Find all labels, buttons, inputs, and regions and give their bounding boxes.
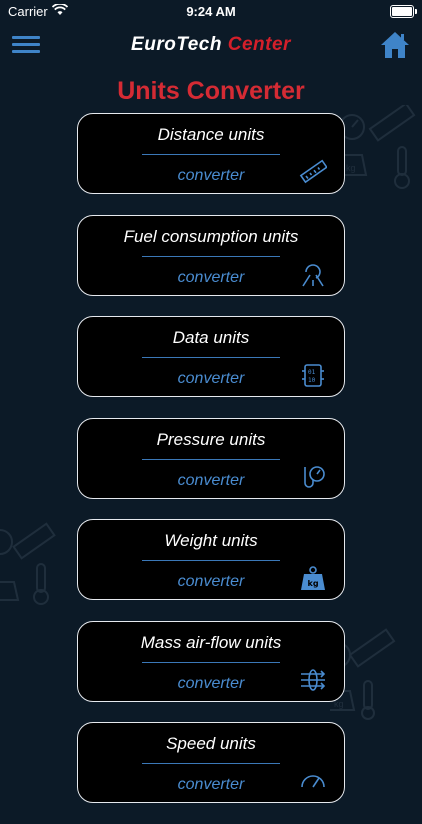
weight-kg-icon: kg	[299, 564, 327, 592]
page-title: Units Converter	[117, 77, 305, 105]
card-divider	[142, 560, 280, 561]
app-logo: EuroTech Center	[131, 34, 291, 55]
background-decoration-icon	[0, 522, 56, 605]
fuel-road-icon	[299, 260, 327, 288]
home-icon[interactable]	[380, 30, 410, 60]
distance-converter-button[interactable]: Distance units converter	[77, 113, 345, 194]
pressure-gauge-icon	[299, 463, 327, 491]
svg-text:kg: kg	[308, 579, 319, 588]
ruler-icon	[299, 158, 328, 186]
speed-converter-button[interactable]: Speed units converter	[77, 722, 345, 803]
data-chip-icon: 01 10	[299, 361, 327, 389]
battery-icon	[390, 5, 417, 18]
svg-text:10: 10	[308, 377, 316, 384]
card-divider	[142, 458, 280, 460]
status-bar: Carrier 9:24 AM	[0, 0, 422, 22]
svg-text:kg: kg	[346, 163, 356, 173]
weight-converter-button[interactable]: Weight units converter kg	[77, 519, 345, 600]
card-divider	[142, 357, 280, 358]
mass-air-flow-converter-button[interactable]: Mass air-flow units converter	[77, 620, 345, 702]
card-title: Data units	[172, 328, 250, 347]
converter-list: Distance units converter Fuel consumptio…	[77, 113, 345, 824]
fuel-consumption-converter-button[interactable]: Fuel consumption units converter	[77, 214, 345, 296]
card-divider	[142, 763, 280, 764]
pressure-converter-button[interactable]: Pressure units converter	[77, 417, 345, 499]
data-converter-button[interactable]: Data units converter 01 10	[77, 316, 345, 397]
card-title: Distance units	[157, 125, 265, 144]
air-flow-icon	[299, 666, 327, 694]
card-divider	[142, 255, 280, 257]
speedometer-icon	[299, 767, 327, 795]
card-title: Speed units	[166, 734, 256, 753]
card-title: Pressure units	[156, 429, 266, 449]
card-title: Fuel consumption units	[123, 226, 299, 246]
card-title: Mass air-flow units	[140, 632, 282, 652]
header: EuroTech Center	[0, 28, 422, 68]
card-title: Weight units	[164, 531, 258, 550]
svg-text:01: 01	[308, 369, 316, 376]
card-divider	[142, 661, 280, 663]
status-time: 9:24 AM	[186, 4, 236, 19]
card-divider	[142, 154, 280, 155]
